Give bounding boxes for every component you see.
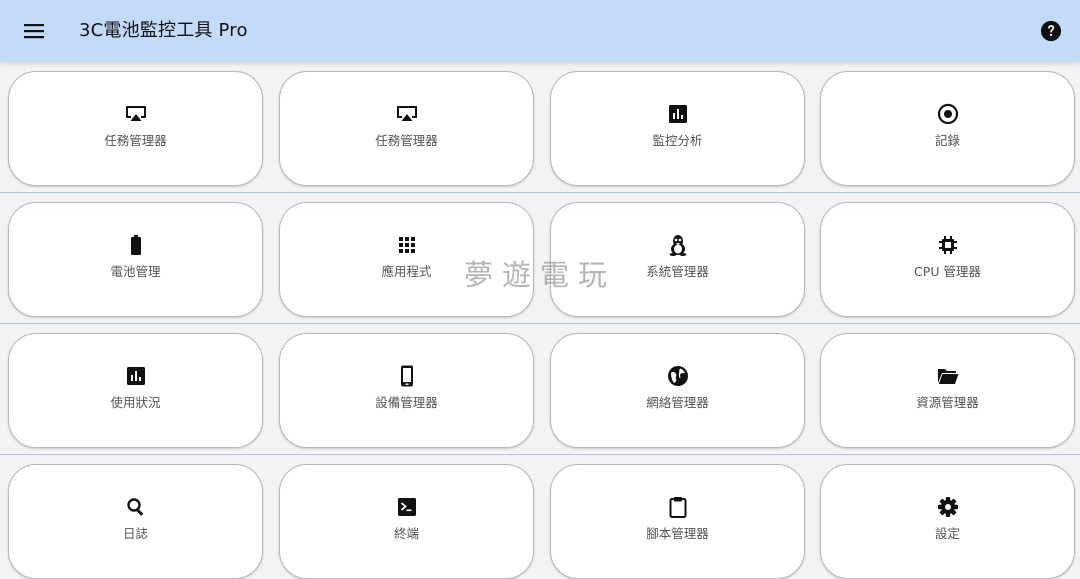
tile-settings[interactable]: 設定	[820, 464, 1075, 579]
tile-label: 監控分析	[652, 133, 703, 148]
tile-label: 使用狀況	[110, 395, 161, 410]
globe-icon	[666, 364, 690, 388]
tile-label: 設定	[934, 526, 960, 541]
row-divider	[0, 454, 1080, 455]
search-icon	[124, 495, 148, 519]
tile-terminal[interactable]: 終端	[279, 464, 534, 579]
bar-chart-icon	[124, 364, 148, 388]
tile-label: 資源管理器	[916, 395, 979, 410]
tile-label: 電池管理	[110, 264, 161, 279]
tile-monitor-analysis[interactable]: 監控分析	[550, 71, 805, 186]
tile-task-manager[interactable]: 任務管理器	[8, 71, 263, 186]
menu-icon[interactable]	[23, 19, 47, 43]
cast-icon	[395, 102, 419, 126]
app-bar: 3C電池監控工具 Pro	[0, 0, 1080, 62]
tile-label: 記錄	[934, 133, 960, 148]
terminal-icon	[395, 495, 419, 519]
tile-usage-status[interactable]: 使用狀況	[8, 333, 263, 448]
tile-task-manager[interactable]: 任務管理器	[279, 71, 534, 186]
tile-label: CPU 管理器	[914, 264, 981, 279]
cpu-chip-icon	[936, 233, 960, 257]
linux-penguin-icon	[666, 233, 690, 257]
record-icon	[936, 102, 960, 126]
tile-script-manager[interactable]: 腳本管理器	[550, 464, 805, 579]
tile-system-manager[interactable]: 系統管理器	[550, 202, 805, 317]
tile-cpu-manager[interactable]: CPU 管理器	[820, 202, 1075, 317]
cast-icon	[124, 102, 148, 126]
app-title: 3C電池監控工具 Pro	[79, 20, 248, 41]
tile-label: 任務管理器	[375, 133, 438, 148]
tile-grid: 任務管理器 任務管理器 監控分析 記錄 電池管理 應用程式 系統管理器 CPU …	[0, 62, 1080, 579]
tile-log[interactable]: 日誌	[8, 464, 263, 579]
bar-chart-icon	[666, 102, 690, 126]
settings-gear-icon	[936, 495, 960, 519]
tile-label: 應用程式	[381, 264, 432, 279]
tile-battery-manager[interactable]: 電池管理	[8, 202, 263, 317]
tile-label: 網絡管理器	[646, 395, 709, 410]
tile-label: 任務管理器	[104, 133, 167, 148]
tile-label: 終端	[393, 526, 419, 541]
tile-label: 腳本管理器	[646, 526, 709, 541]
tile-label: 設備管理器	[375, 395, 438, 410]
row-divider	[0, 192, 1080, 193]
smartphone-icon	[395, 364, 419, 388]
tile-label: 系統管理器	[646, 264, 709, 279]
row-divider	[0, 323, 1080, 324]
apps-grid-icon	[395, 233, 419, 257]
tile-apps[interactable]: 應用程式	[279, 202, 534, 317]
tile-records[interactable]: 記錄	[820, 71, 1075, 186]
clipboard-icon	[666, 495, 690, 519]
tile-resource-manager[interactable]: 資源管理器	[820, 333, 1075, 448]
folder-open-icon	[936, 364, 960, 388]
tile-network-manager[interactable]: 網絡管理器	[550, 333, 805, 448]
tile-device-manager[interactable]: 設備管理器	[279, 333, 534, 448]
help-icon[interactable]	[1039, 19, 1063, 43]
battery-icon	[124, 233, 148, 257]
tile-label: 日誌	[122, 526, 148, 541]
